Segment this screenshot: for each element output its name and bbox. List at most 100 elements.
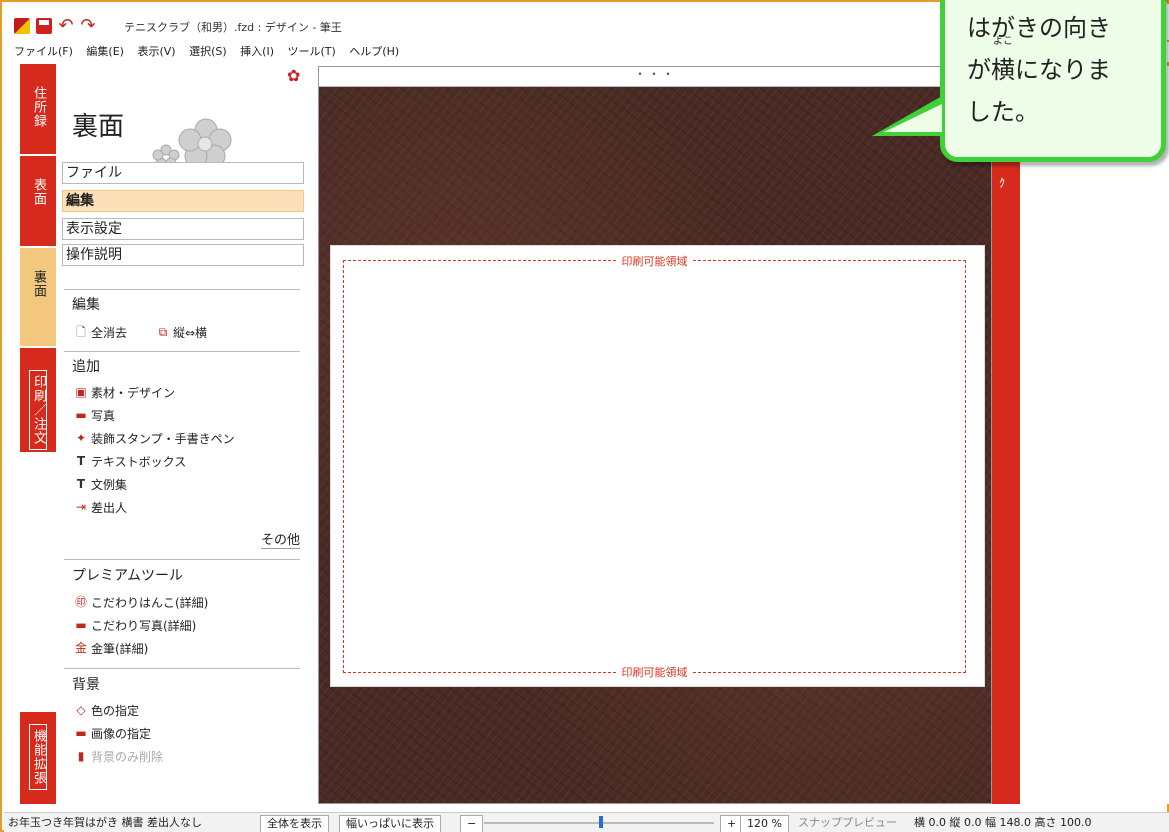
add-sender[interactable]: ⇥ 差出人 bbox=[74, 497, 127, 517]
sender-icon: ⇥ bbox=[75, 500, 87, 514]
rotate-page-icon: ⧉ bbox=[158, 325, 168, 339]
clear-all-button[interactable]: 🗋 全消去 bbox=[74, 322, 127, 342]
card-info: お年玉つき年賀はがき 横書 差出人なし bbox=[8, 816, 202, 829]
zoom-out-button[interactable]: − bbox=[460, 815, 484, 832]
right-panel bbox=[1020, 66, 1169, 804]
panel-instructions-button[interactable]: 操作説明 bbox=[62, 244, 304, 266]
instruction-callout: はがきの向き よこ が横になりま した。 bbox=[940, 0, 1166, 162]
panel-edit-button[interactable]: 編集 bbox=[62, 190, 304, 212]
callout-tail-inner bbox=[884, 104, 942, 132]
bg-color[interactable]: ◇ 色の指定 bbox=[74, 700, 139, 720]
premium-photo-icon: ▬ bbox=[75, 618, 87, 632]
zoom-level[interactable]: 120 % bbox=[740, 815, 789, 832]
ruby-yoko: よこ bbox=[993, 36, 1013, 47]
side-tabs: 住所録 表面 裏面 印刷／注文 機能拡張 bbox=[4, 62, 56, 804]
redo-icon[interactable]: ↷ bbox=[80, 17, 96, 35]
add-photo[interactable]: ▬ 写真 bbox=[74, 405, 115, 425]
premium-gold-brush-label: 金筆(詳細) bbox=[91, 641, 149, 656]
snap-toggle[interactable]: スナップ bbox=[798, 815, 842, 831]
add-sample-text[interactable]: T 文例集 bbox=[74, 474, 127, 494]
window-title: テニスクラブ（和男）.fzd : デザイン - 筆王 bbox=[124, 21, 342, 34]
menu-file[interactable]: ファイル(F) bbox=[14, 42, 73, 62]
clear-all-label: 全消去 bbox=[91, 325, 128, 340]
material-icon: ▣ bbox=[75, 385, 87, 399]
callout-line-3: した。 bbox=[967, 91, 1161, 133]
gear-icon[interactable]: ✿ bbox=[287, 66, 300, 85]
divider bbox=[64, 559, 300, 560]
premium-stamp-label: こだわりはんこ(詳細) bbox=[91, 595, 209, 610]
bg-image[interactable]: ▬ 画像の指定 bbox=[74, 723, 151, 743]
undo-icon[interactable]: ↶ bbox=[58, 17, 74, 35]
bg-delete-label: 背景のみ削除 bbox=[91, 749, 164, 764]
coordinates-readout: 横 0.0 縦 0.0 幅 148.0 高さ 100.0 bbox=[914, 816, 1092, 829]
right-tab-mark: ｸ bbox=[999, 176, 1006, 190]
print-area: 印刷可能領域 印刷可能領域 bbox=[343, 253, 966, 680]
orientation-label: 縦⇔横 bbox=[173, 325, 208, 340]
text-box-icon: T bbox=[76, 454, 86, 468]
orientation-toggle-button[interactable]: ⧉ 縦⇔横 bbox=[156, 322, 207, 342]
background-texture: 印刷可能領域 印刷可能領域 bbox=[319, 87, 991, 803]
image-icon: ▬ bbox=[75, 726, 87, 740]
canvas-handle[interactable]: ・・・ bbox=[319, 67, 991, 87]
fit-width-button[interactable]: 幅いっぱいに表示 bbox=[339, 815, 441, 832]
postcard[interactable]: 印刷可能領域 印刷可能領域 bbox=[330, 245, 985, 687]
edit-section-title: 編集 bbox=[72, 297, 100, 313]
tab-front[interactable]: 表面 bbox=[20, 156, 56, 246]
panel-title: 裏面 bbox=[72, 112, 125, 142]
add-stamp-label: 装飾スタンプ・手書きペン bbox=[91, 431, 235, 446]
page-icon: 🗋 bbox=[76, 325, 86, 339]
add-text-box[interactable]: T テキストボックス bbox=[74, 451, 186, 471]
tab-front-label: 表面 bbox=[31, 178, 46, 206]
menu-help[interactable]: ヘルプ(H) bbox=[349, 42, 399, 62]
add-text-box-label: テキストボックス bbox=[91, 454, 187, 469]
tab-print-order-label: 印刷／注文 bbox=[29, 370, 47, 450]
premium-gold-brush[interactable]: 金 金筆(詳細) bbox=[74, 638, 148, 658]
premium-photo[interactable]: ▬ こだわり写真(詳細) bbox=[74, 615, 196, 635]
add-photo-label: 写真 bbox=[91, 408, 116, 423]
preview-toggle[interactable]: プレビュー bbox=[842, 815, 897, 831]
callout-line-3-text: した。 bbox=[967, 98, 1039, 126]
tab-address-book[interactable]: 住所録 bbox=[20, 64, 56, 154]
bg-color-label: 色の指定 bbox=[91, 703, 140, 718]
menu-view[interactable]: 表示(V) bbox=[137, 42, 175, 62]
print-area-label-top: 印刷可能領域 bbox=[617, 253, 692, 269]
bg-delete[interactable]: ▮ 背景のみ削除 bbox=[74, 746, 163, 766]
sample-text-icon: T bbox=[76, 477, 86, 491]
divider bbox=[64, 668, 300, 669]
bg-image-label: 画像の指定 bbox=[91, 726, 152, 741]
menu-edit[interactable]: 編集(E) bbox=[86, 42, 124, 62]
status-bar: お年玉つき年賀はがき 横書 差出人なし 全体を表示 幅いっぱいに表示 − + 1… bbox=[4, 812, 1169, 832]
app-icon bbox=[14, 18, 30, 34]
trash-icon: ▮ bbox=[77, 749, 85, 763]
other-button[interactable]: その他 bbox=[260, 529, 300, 549]
tab-address-book-label: 住所録 bbox=[31, 86, 46, 128]
tab-print-order[interactable]: 印刷／注文 bbox=[20, 348, 56, 452]
print-area-label-bottom: 印刷可能領域 bbox=[617, 664, 692, 680]
menu-insert[interactable]: 挿入(I) bbox=[240, 42, 274, 62]
menu-tools[interactable]: ツール(T) bbox=[287, 42, 335, 62]
premium-stamp[interactable]: ㊞ こだわりはんこ(詳細) bbox=[74, 592, 208, 612]
design-canvas[interactable]: ・・・ 印刷可能領域 印刷可能領域 bbox=[318, 66, 992, 804]
add-material-design[interactable]: ▣ 素材・デザイン bbox=[74, 382, 175, 402]
premium-photo-label: こだわり写真(詳細) bbox=[91, 618, 197, 633]
background-section-title: 背景 bbox=[72, 677, 100, 693]
panel-display-settings-button[interactable]: 表示設定 bbox=[62, 218, 304, 240]
right-tab-bar[interactable]: ｸ bbox=[992, 66, 1020, 804]
add-sample-text-label: 文例集 bbox=[91, 477, 128, 492]
divider bbox=[64, 289, 300, 290]
save-icon[interactable] bbox=[36, 18, 52, 34]
panel-file-button[interactable]: ファイル bbox=[62, 162, 304, 184]
add-section-title: 追加 bbox=[72, 359, 100, 375]
tab-back[interactable]: 裏面 bbox=[20, 248, 56, 346]
menu-select[interactable]: 選択(S) bbox=[189, 42, 227, 62]
photo-icon: ▬ bbox=[75, 408, 87, 422]
add-stamp-pen[interactable]: ✦ 装飾スタンプ・手書きペン bbox=[74, 428, 235, 448]
show-all-button[interactable]: 全体を表示 bbox=[260, 815, 329, 832]
left-panel: ✿ 裏面 ファイル 編集 表示設定 操作説明 編集 🗋 全消去 ⧉ 縦⇔横 追加 bbox=[56, 62, 312, 804]
paint-bucket-icon: ◇ bbox=[76, 703, 86, 717]
add-sender-label: 差出人 bbox=[91, 500, 128, 515]
seal-icon: ㊞ bbox=[74, 595, 87, 609]
add-material-label: 素材・デザイン bbox=[91, 385, 176, 400]
tab-extension[interactable]: 機能拡張 bbox=[20, 712, 56, 804]
zoom-slider-thumb[interactable] bbox=[599, 816, 603, 828]
